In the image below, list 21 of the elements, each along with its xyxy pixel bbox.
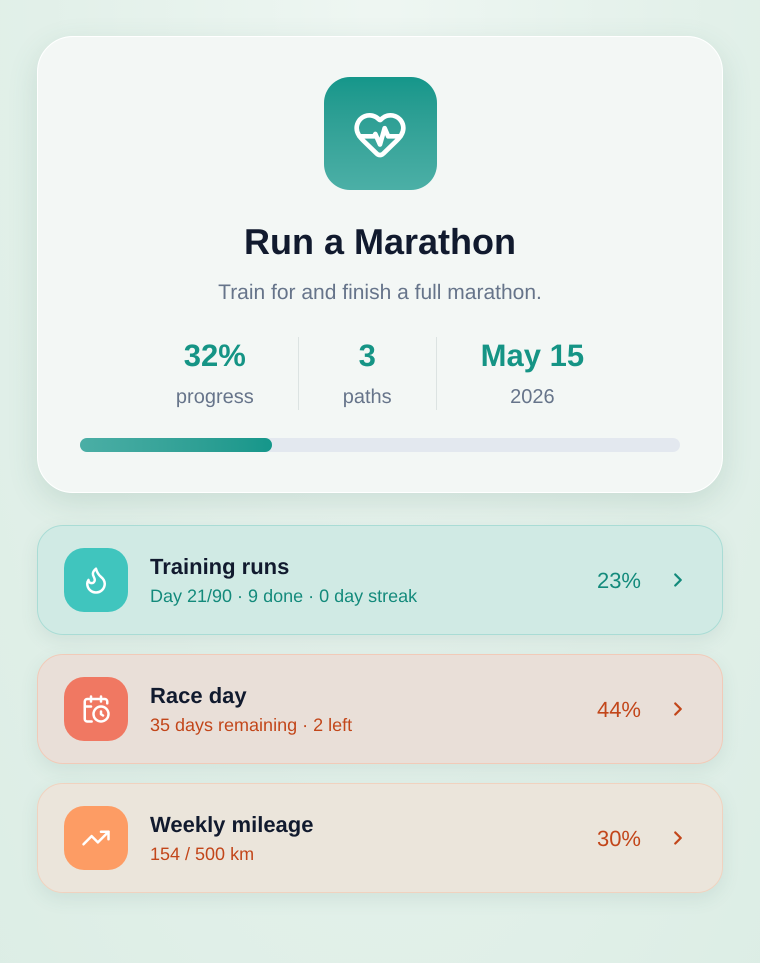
path-title: Race day (150, 682, 247, 710)
heart-pulse-icon (324, 77, 436, 190)
path-percent: 23% (596, 566, 641, 594)
path-card[interactable]: Weekly mileage 154 / 500 km 30% (37, 783, 723, 893)
goal-title: Run a Marathon (244, 220, 516, 264)
path-card[interactable]: Race day 35 days remaining · 2 left 44% (37, 654, 723, 764)
path-details: 35 days remaining · 2 left (150, 714, 352, 736)
stat-value: 32% (184, 337, 246, 375)
stat-value: May 15 (480, 337, 584, 375)
path-details: Day 21/90 · 9 done · 0 day streak (150, 584, 418, 608)
path-title: Weekly mileage (150, 810, 314, 838)
goal-description: Train for and finish a full marathon. (218, 280, 542, 306)
path-card[interactable]: Training runs Day 21/90 · 9 done · 0 day streak 23% (37, 525, 723, 635)
stat-value: 3 (358, 337, 376, 375)
stat-label: paths (342, 385, 392, 410)
stat-label: progress (176, 385, 254, 410)
path-title: Training runs (150, 552, 290, 580)
stat-label: 2026 (510, 385, 555, 410)
path-details: 154 / 500 km (150, 842, 254, 866)
path-percent: 30% (596, 824, 641, 852)
path-percent: 44% (596, 696, 641, 724)
